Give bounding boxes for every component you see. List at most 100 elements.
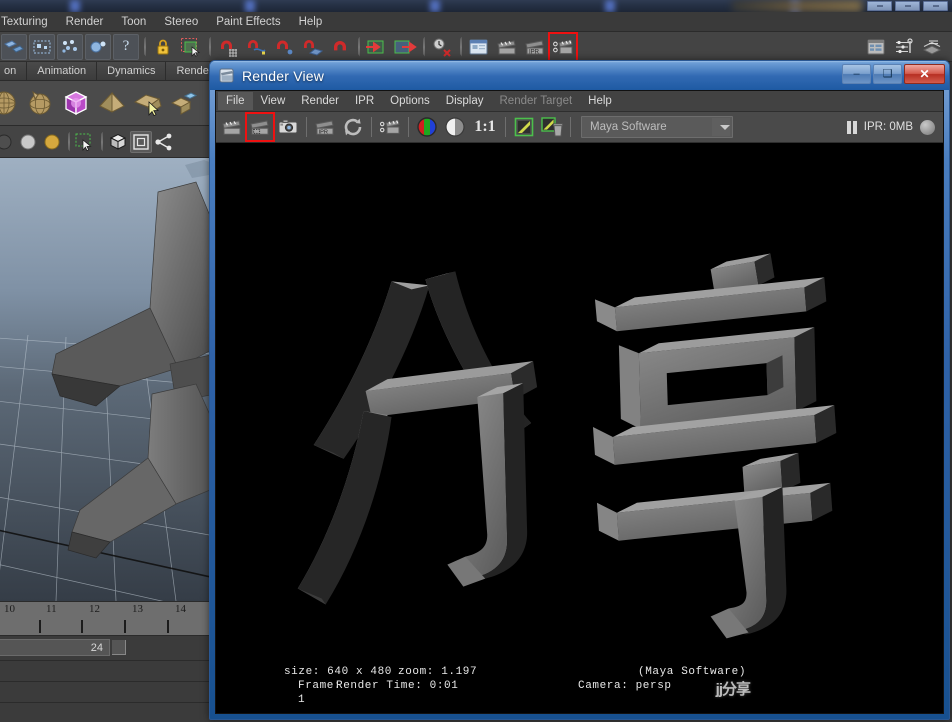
maya-range-slider[interactable]: 24 bbox=[0, 635, 215, 660]
select-by-object-type-icon[interactable] bbox=[1, 33, 27, 60]
os-close-button[interactable] bbox=[923, 0, 948, 11]
shelf-tab-dynamics[interactable]: Dynamics bbox=[97, 62, 167, 80]
plane-fold-icon[interactable] bbox=[130, 85, 166, 121]
snap-to-plane-icon[interactable] bbox=[299, 34, 325, 60]
render-settings-icon[interactable] bbox=[548, 31, 578, 62]
render-view-close-button[interactable]: ✕ bbox=[904, 64, 945, 84]
snap-to-grid-icon[interactable] bbox=[215, 34, 241, 60]
menu-render[interactable]: Render bbox=[57, 13, 113, 31]
ipr-render-icon[interactable]: IPR bbox=[522, 34, 548, 60]
shelf-tab-polygons[interactable]: on bbox=[0, 62, 28, 80]
material-silver-icon[interactable] bbox=[16, 130, 40, 154]
ipr-render-icon[interactable]: IPR bbox=[312, 114, 338, 140]
wire-on-shaded-icon[interactable] bbox=[130, 130, 152, 153]
pyramid-icon[interactable] bbox=[94, 85, 130, 121]
pause-icon[interactable] bbox=[846, 120, 857, 134]
select-by-point-icon[interactable] bbox=[57, 33, 83, 60]
os-maximize-button[interactable] bbox=[895, 0, 920, 11]
attribute-editor-icon[interactable] bbox=[863, 34, 889, 60]
chevron-down-icon[interactable] bbox=[712, 118, 730, 136]
render-sequence-icon[interactable] bbox=[494, 34, 520, 60]
alpha-channel-icon[interactable] bbox=[442, 114, 468, 140]
toolbar-separator bbox=[302, 116, 311, 138]
sphere-wire2-icon[interactable] bbox=[22, 85, 58, 121]
render-view-window[interactable]: Render View – ❑ ✕ File View Render IPR O… bbox=[209, 60, 950, 720]
maya-command-line[interactable] bbox=[0, 660, 215, 722]
toolbar-separator bbox=[501, 116, 510, 138]
material-gold-icon[interactable] bbox=[40, 130, 64, 154]
snap-to-curve-icon[interactable] bbox=[243, 34, 269, 60]
status-orb-icon bbox=[920, 119, 935, 135]
keep-image-icon[interactable] bbox=[511, 114, 537, 140]
rendered-image bbox=[216, 161, 943, 695]
tool-settings-icon[interactable] bbox=[891, 34, 917, 60]
maya-timeline[interactable]: 10 11 12 13 14 bbox=[0, 601, 215, 635]
render-view-body: File View Render IPR Options Display Ren… bbox=[215, 90, 944, 714]
magenta-cube-icon[interactable] bbox=[58, 85, 94, 121]
render-settings-icon[interactable] bbox=[377, 114, 403, 140]
select-by-component-type-icon[interactable] bbox=[29, 33, 55, 60]
help-question-icon[interactable]: ? bbox=[113, 33, 139, 60]
menu-texturing[interactable]: Texturing bbox=[0, 13, 57, 31]
range-end-field[interactable]: 24 bbox=[0, 639, 110, 656]
snap-to-point-icon[interactable] bbox=[271, 34, 297, 60]
selection-marquee-icon[interactable] bbox=[73, 130, 97, 154]
renderer-select[interactable]: Maya Software bbox=[581, 116, 733, 138]
menu-toon[interactable]: Toon bbox=[112, 13, 155, 31]
render-view-minimize-button[interactable]: – bbox=[842, 64, 871, 84]
render-view-title: Render View bbox=[242, 67, 325, 84]
toolbar-separator bbox=[64, 130, 73, 154]
rv-menu-render[interactable]: Render bbox=[293, 92, 347, 110]
render-view-titlebar[interactable]: Render View – ❑ ✕ bbox=[210, 61, 949, 90]
toolbar-separator bbox=[404, 116, 413, 138]
refresh-ipr-icon[interactable] bbox=[340, 114, 366, 140]
rv-menu-file[interactable]: File bbox=[218, 92, 253, 110]
render-view-maximize-button[interactable]: ❑ bbox=[873, 64, 902, 84]
construction-history-icon[interactable] bbox=[429, 34, 455, 60]
material-grey-icon[interactable] bbox=[0, 130, 16, 154]
shaded-cube-icon[interactable] bbox=[106, 130, 130, 154]
rv-menu-help[interactable]: Help bbox=[580, 92, 620, 110]
shelf-tab-animation[interactable]: Animation bbox=[27, 62, 98, 80]
render-current-frame-icon[interactable] bbox=[466, 34, 492, 60]
snapshot-camera-icon[interactable] bbox=[275, 114, 301, 140]
selection-mask-icon[interactable] bbox=[178, 34, 204, 60]
menu-stereo[interactable]: Stereo bbox=[155, 13, 207, 31]
remove-image-icon[interactable] bbox=[539, 114, 565, 140]
toolbar-separator bbox=[140, 35, 149, 59]
render-view-canvas[interactable]: jj分享 size: 640 x 480 zoom: 1.197 (Maya S… bbox=[216, 143, 943, 713]
channel-box-layer-editor-icon[interactable] bbox=[919, 34, 945, 60]
rv-menu-display[interactable]: Display bbox=[438, 92, 492, 110]
toolbar-separator bbox=[419, 35, 428, 59]
rgb-channels-icon[interactable] bbox=[414, 114, 440, 140]
render-region-icon[interactable] bbox=[245, 112, 275, 142]
render-view-menubar: File View Render IPR Options Display Ren… bbox=[216, 91, 943, 112]
render-view-icon bbox=[218, 67, 235, 84]
snap-to-view-plane-icon[interactable] bbox=[327, 34, 353, 60]
rv-menu-ipr[interactable]: IPR bbox=[347, 92, 382, 110]
select-by-surface-icon[interactable] bbox=[85, 33, 111, 60]
zoom-one-to-one-label[interactable]: 1:1 bbox=[470, 114, 500, 140]
maya-tool-row-2 bbox=[0, 126, 215, 158]
sphere-wire-icon[interactable] bbox=[0, 85, 22, 121]
range-resize-grip[interactable] bbox=[112, 640, 126, 655]
render-view-toolbar: IPR 1:1 Maya Software IPR: 0MB bbox=[216, 112, 943, 143]
rv-menu-options[interactable]: Options bbox=[382, 92, 438, 110]
os-minimize-button[interactable] bbox=[867, 0, 892, 11]
maya-shelf-tabs: on Animation Dynamics Render bbox=[0, 62, 215, 81]
cube-blue-top-icon[interactable] bbox=[166, 85, 202, 121]
menu-paint-effects[interactable]: Paint Effects bbox=[207, 13, 289, 31]
make-live-in-icon[interactable] bbox=[364, 34, 390, 60]
share-node-icon[interactable] bbox=[152, 130, 176, 154]
rv-menu-view[interactable]: View bbox=[253, 92, 294, 110]
maya-3d-viewport[interactable] bbox=[0, 158, 215, 601]
os-window-controls[interactable] bbox=[862, 0, 948, 11]
menu-help[interactable]: Help bbox=[290, 13, 332, 31]
render-view-window-controls[interactable]: – ❑ ✕ bbox=[842, 64, 945, 84]
shelf-tab-render[interactable]: Render bbox=[166, 62, 215, 80]
lock-icon[interactable] bbox=[150, 34, 176, 60]
timeline-tick-label: 10 bbox=[4, 603, 15, 615]
redo-render-icon[interactable] bbox=[219, 114, 245, 140]
rv-menu-render-target: Render Target bbox=[499, 95, 573, 107]
make-live-out-icon[interactable] bbox=[392, 34, 418, 60]
